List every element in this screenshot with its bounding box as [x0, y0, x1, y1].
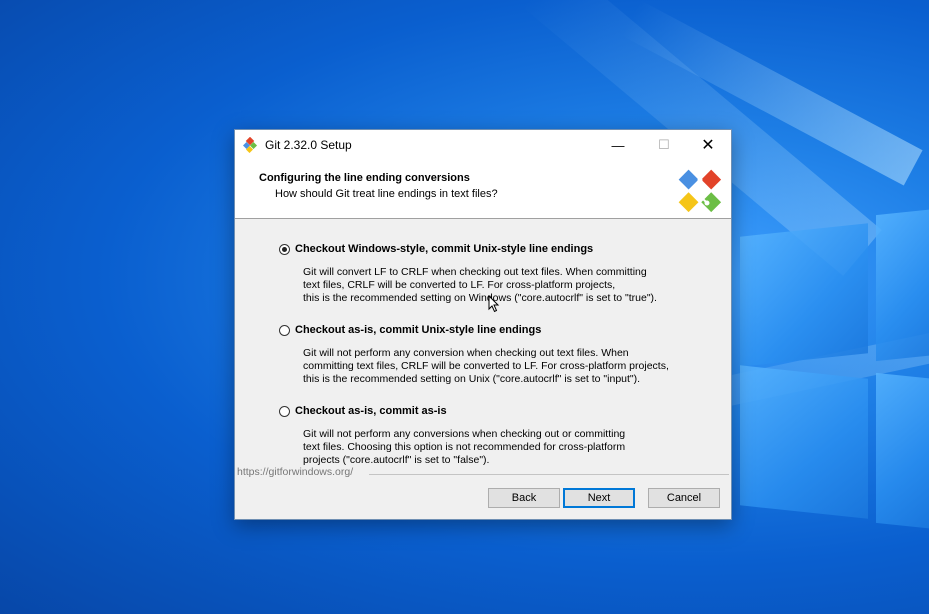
description-line: projects ("core.autocrlf" is set to "fal…	[303, 454, 490, 466]
radio-asis-unix[interactable]	[279, 325, 290, 336]
wizard-header: Configuring the line ending conversions …	[235, 160, 731, 219]
windows-logo-pane	[740, 365, 868, 519]
cancel-button[interactable]: Cancel	[648, 488, 720, 508]
option-label[interactable]: Checkout Windows-style, commit Unix-styl…	[295, 243, 593, 255]
description-line: committing text files, CRLF will be conv…	[303, 360, 669, 372]
description-line: text files. Choosing this option is not …	[303, 441, 626, 453]
window-title: Git 2.32.0 Setup	[265, 138, 352, 152]
option-description: Git will not perform any conversion when…	[303, 347, 703, 386]
close-button[interactable]: ✕	[685, 130, 731, 160]
next-button[interactable]: Next	[563, 488, 635, 508]
radio-windows-style[interactable]	[279, 244, 290, 255]
mouse-cursor-icon	[488, 295, 500, 313]
page-title: Configuring the line ending conversions	[259, 172, 470, 184]
close-icon: ✕	[701, 137, 715, 154]
git-setup-icon	[243, 137, 258, 153]
title-bar[interactable]: Git 2.32.0 Setup — ☐ ✕	[235, 130, 731, 160]
description-line: this is the recommended setting on Unix …	[303, 373, 641, 385]
back-button[interactable]: Back	[488, 488, 560, 508]
option-description: Git will convert LF to CRLF when checkin…	[303, 266, 703, 305]
windows-logo-pane	[876, 372, 929, 530]
git-logo-icon	[678, 169, 722, 213]
description-line: Git will convert LF to CRLF when checkin…	[303, 266, 647, 278]
minimize-icon: —	[611, 137, 625, 153]
footer-divider	[369, 474, 729, 475]
description-line: Git will not perform any conversion when…	[303, 347, 629, 359]
option-label[interactable]: Checkout as-is, commit Unix-style line e…	[295, 324, 541, 336]
setup-dialog: Git 2.32.0 Setup — ☐ ✕ Configuring the l…	[234, 129, 732, 520]
radio-asis-asis[interactable]	[279, 406, 290, 417]
gitforwindows-link[interactable]: https://gitforwindows.org/	[237, 466, 353, 478]
minimize-button[interactable]: —	[595, 130, 641, 160]
maximize-icon: ☐	[658, 137, 670, 152]
description-line: text files, CRLF will be converted to LF…	[303, 279, 616, 291]
windows-logo-pane	[740, 223, 868, 367]
option-label[interactable]: Checkout as-is, commit as-is	[295, 405, 447, 417]
option-description: Git will not perform any conversions whe…	[303, 428, 703, 467]
description-line: Git will not perform any conversions whe…	[303, 428, 626, 440]
maximize-button[interactable]: ☐	[641, 130, 687, 160]
description-line: this is the recommended setting on Windo…	[303, 292, 657, 304]
page-subtitle: How should Git treat line endings in tex…	[275, 188, 498, 200]
windows-logo-pane	[876, 208, 929, 362]
